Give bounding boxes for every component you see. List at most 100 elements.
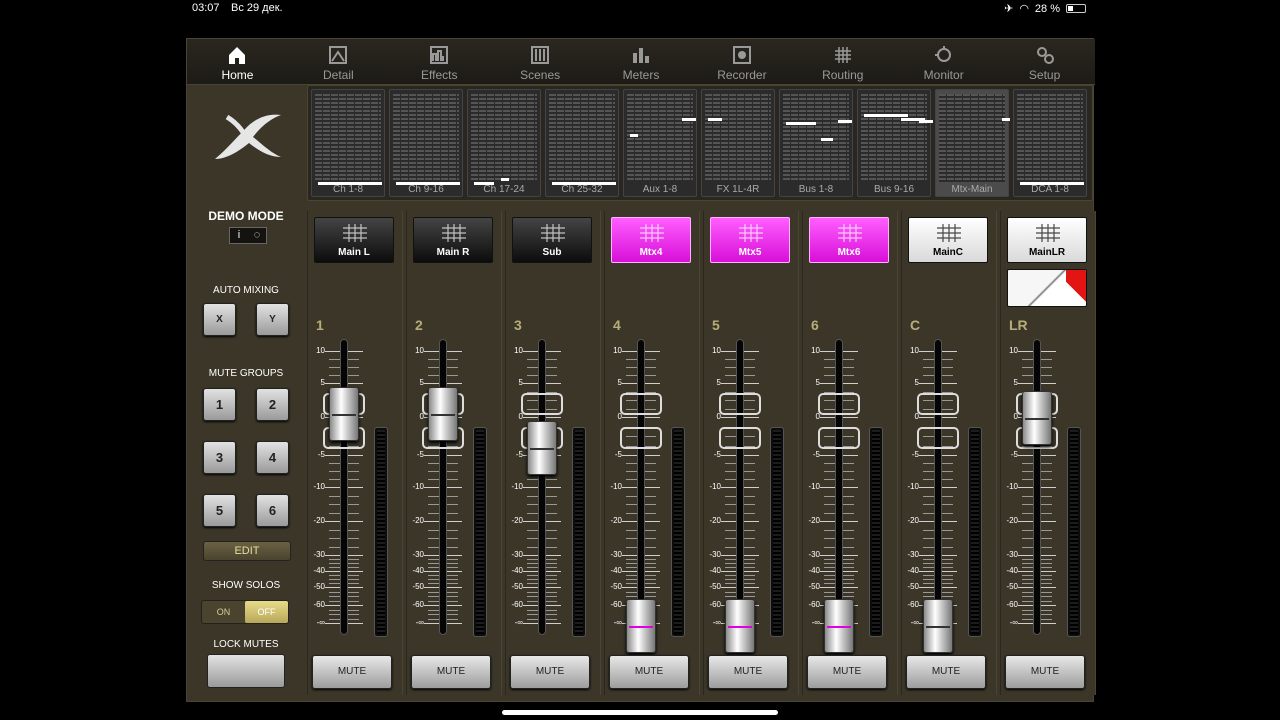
- channel-assign-button[interactable]: MainLR: [1007, 217, 1087, 263]
- meter-bank-6[interactable]: Bus 1-8: [779, 89, 853, 197]
- tab-effects[interactable]: Effects: [389, 39, 490, 84]
- scale-label: -20: [808, 516, 820, 525]
- mute-button[interactable]: MUTE: [807, 655, 887, 689]
- fader-knob[interactable]: [824, 599, 854, 653]
- home-indicator[interactable]: [502, 710, 778, 715]
- fader-knob[interactable]: [725, 599, 755, 653]
- meter-level-marker: [682, 118, 696, 121]
- fader-track[interactable]: [637, 339, 645, 635]
- channel-assign-button[interactable]: MainC: [908, 217, 988, 263]
- fader-scale: 10 5 0 -5 -10 -20 -30 -40 -50 -60 -∞: [704, 337, 800, 653]
- channel-name: MainLR: [1028, 247, 1066, 258]
- mute-group-2-button[interactable]: 2: [256, 388, 289, 421]
- fader-track[interactable]: [439, 339, 447, 635]
- channel-assign-button[interactable]: Mtx4: [611, 217, 691, 263]
- scale-label: 0: [320, 412, 325, 421]
- mute-group-3-button[interactable]: 3: [203, 441, 236, 474]
- tab-scenes[interactable]: Scenes: [490, 39, 591, 84]
- scale-label: -10: [610, 482, 622, 491]
- channel-strip-2: Main R 2 10 5 0 -5 -10 -20 -30 -40 -50 -60 -∞ MUTE: [406, 211, 502, 695]
- fader-track[interactable]: [1033, 339, 1041, 635]
- meter-bank-0[interactable]: Ch 1-8: [311, 89, 385, 197]
- fader-track[interactable]: [835, 339, 843, 635]
- toggle-off-label[interactable]: OFF: [245, 601, 288, 623]
- info-box[interactable]: i ◌: [229, 227, 267, 244]
- toggle-on-label[interactable]: ON: [202, 601, 245, 623]
- meter-bank-3[interactable]: Ch 25-32: [545, 89, 619, 197]
- tab-recorder[interactable]: Recorder: [691, 39, 792, 84]
- monitor-icon: [934, 46, 951, 62]
- level-meter: [968, 427, 982, 637]
- routing-icon: [834, 47, 851, 63]
- meter-bank-5[interactable]: FX 1L-4R: [701, 89, 775, 197]
- scale-label: 10: [415, 346, 424, 355]
- tab-monitor[interactable]: Monitor: [893, 39, 994, 84]
- fader-track[interactable]: [934, 339, 942, 635]
- fader-knob[interactable]: [626, 599, 656, 653]
- fader-track[interactable]: [736, 339, 744, 635]
- fader-knob[interactable]: [527, 421, 557, 475]
- meter-bank-label: FX 1L-4R: [716, 184, 760, 195]
- meter-cells: [971, 430, 979, 634]
- tab-label: Monitor: [923, 68, 964, 82]
- scale-label: -60: [907, 600, 919, 609]
- tab-home[interactable]: Home: [187, 39, 288, 84]
- fader-knob[interactable]: [428, 387, 458, 441]
- meter-bank-8[interactable]: Mtx-Main: [935, 89, 1010, 197]
- scale-label: -60: [412, 600, 424, 609]
- battery-percent: 28 %: [1034, 2, 1060, 15]
- show-solos-toggle[interactable]: ON OFF: [201, 600, 289, 624]
- mute-button[interactable]: MUTE: [1005, 655, 1085, 689]
- scale-label: -40: [907, 566, 919, 575]
- mute-group-4-button[interactable]: 4: [256, 441, 289, 474]
- mute-button[interactable]: MUTE: [312, 655, 392, 689]
- tab-detail[interactable]: Detail: [288, 39, 389, 84]
- mute-group-5-button[interactable]: 5: [203, 494, 236, 527]
- home-icon: [229, 47, 246, 64]
- recorder-icon: [732, 46, 751, 64]
- channel-number: 1: [316, 317, 324, 333]
- lock-mutes-button[interactable]: [207, 654, 285, 688]
- mute-button[interactable]: MUTE: [411, 655, 491, 689]
- meter-bank-2[interactable]: Ch 17-24: [467, 89, 541, 197]
- automix-x-button[interactable]: X: [203, 303, 236, 336]
- tooltip-icon[interactable]: ◌: [248, 228, 266, 243]
- channel-assign-button[interactable]: Sub: [512, 217, 592, 263]
- scale-label: 0: [419, 412, 424, 421]
- mute-button[interactable]: MUTE: [906, 655, 986, 689]
- edit-button[interactable]: EDIT: [203, 541, 291, 561]
- channel-assign-button[interactable]: Mtx5: [710, 217, 790, 263]
- tab-meters[interactable]: Meters: [591, 39, 692, 84]
- channel-assign-button[interactable]: Mtx6: [809, 217, 889, 263]
- meter-cells: [476, 430, 484, 634]
- fader-track[interactable]: [340, 339, 348, 635]
- tab-routing[interactable]: Routing: [792, 39, 893, 84]
- pan-control[interactable]: [1007, 269, 1087, 307]
- meter-bank-7[interactable]: Bus 9-16: [857, 89, 933, 197]
- level-meter: [1067, 427, 1081, 637]
- mute-button[interactable]: MUTE: [510, 655, 590, 689]
- fader-knob[interactable]: [329, 387, 359, 441]
- tab-label: Home: [221, 68, 254, 82]
- mute-groups-title: MUTE GROUPS: [208, 368, 284, 379]
- channel-assign-button[interactable]: Main R: [413, 217, 493, 263]
- mute-group-6-button[interactable]: 6: [256, 494, 289, 527]
- meter-bank-9[interactable]: DCA 1-8: [1013, 89, 1087, 197]
- x-logo: [215, 114, 281, 159]
- fader-knob[interactable]: [1022, 391, 1052, 445]
- scale-label: 0: [815, 412, 820, 421]
- airplane-icon: ✈: [1004, 3, 1014, 15]
- mute-button[interactable]: MUTE: [708, 655, 788, 689]
- fader-track[interactable]: [538, 339, 546, 635]
- automix-y-button[interactable]: Y: [256, 303, 289, 336]
- info-icon[interactable]: i: [230, 228, 248, 243]
- status-date: Вс 29 дек.: [231, 2, 283, 14]
- mute-button[interactable]: MUTE: [609, 655, 689, 689]
- meter-bank-1[interactable]: Ch 9-16: [389, 89, 463, 197]
- tab-setup[interactable]: Setup: [994, 39, 1095, 84]
- channel-assign-button[interactable]: Main L: [314, 217, 394, 263]
- scale-label: -30: [511, 550, 523, 559]
- fader-knob[interactable]: [923, 599, 953, 653]
- meter-bank-4[interactable]: Aux 1-8: [623, 89, 697, 197]
- mute-group-1-button[interactable]: 1: [203, 388, 236, 421]
